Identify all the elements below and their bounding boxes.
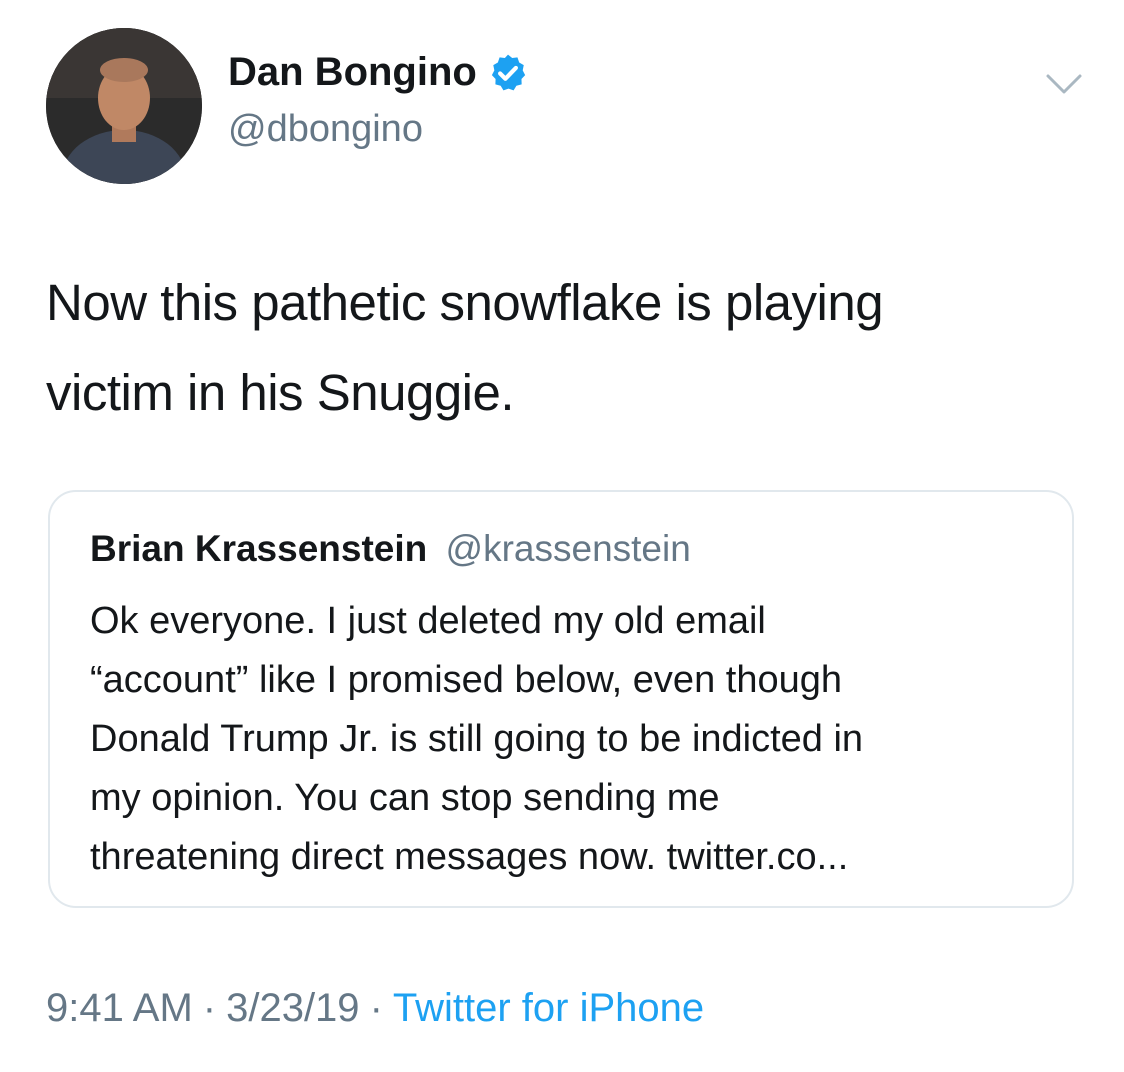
meta-separator: · — [369, 986, 383, 1030]
tweet-time: 9:41 AM — [46, 986, 193, 1030]
quoted-author-handle: @krassenstein — [445, 528, 691, 569]
author-name-row[interactable]: Dan Bongino — [228, 50, 529, 95]
quoted-tweet-text: Ok everyone. I just deleted my old email… — [90, 600, 864, 878]
author-name[interactable]: Dan Bongino — [228, 50, 477, 95]
tweet-date: 3/23/19 — [226, 986, 360, 1030]
avatar-image — [46, 28, 202, 184]
meta-separator: · — [202, 986, 217, 1030]
avatar[interactable] — [46, 28, 202, 184]
quoted-author-name: Brian Krassenstein — [90, 528, 428, 569]
quoted-tweet-header: Brian Krassenstein @krassenstein — [90, 528, 691, 570]
author-handle[interactable]: @dbongino — [228, 108, 423, 151]
verified-badge-icon — [491, 54, 526, 90]
tweet-text: Now this pathetic snowflake is playing v… — [46, 274, 884, 421]
quoted-tweet-card[interactable]: Brian Krassenstein @krassenstein Ok ever… — [48, 490, 1074, 908]
tweet-metadata: 9:41 AM · 3/23/19 · Twitter for iPhone — [46, 986, 704, 1031]
chevron-down-icon[interactable] — [1044, 70, 1084, 98]
tweet-source-link[interactable]: Twitter for iPhone — [393, 986, 704, 1030]
